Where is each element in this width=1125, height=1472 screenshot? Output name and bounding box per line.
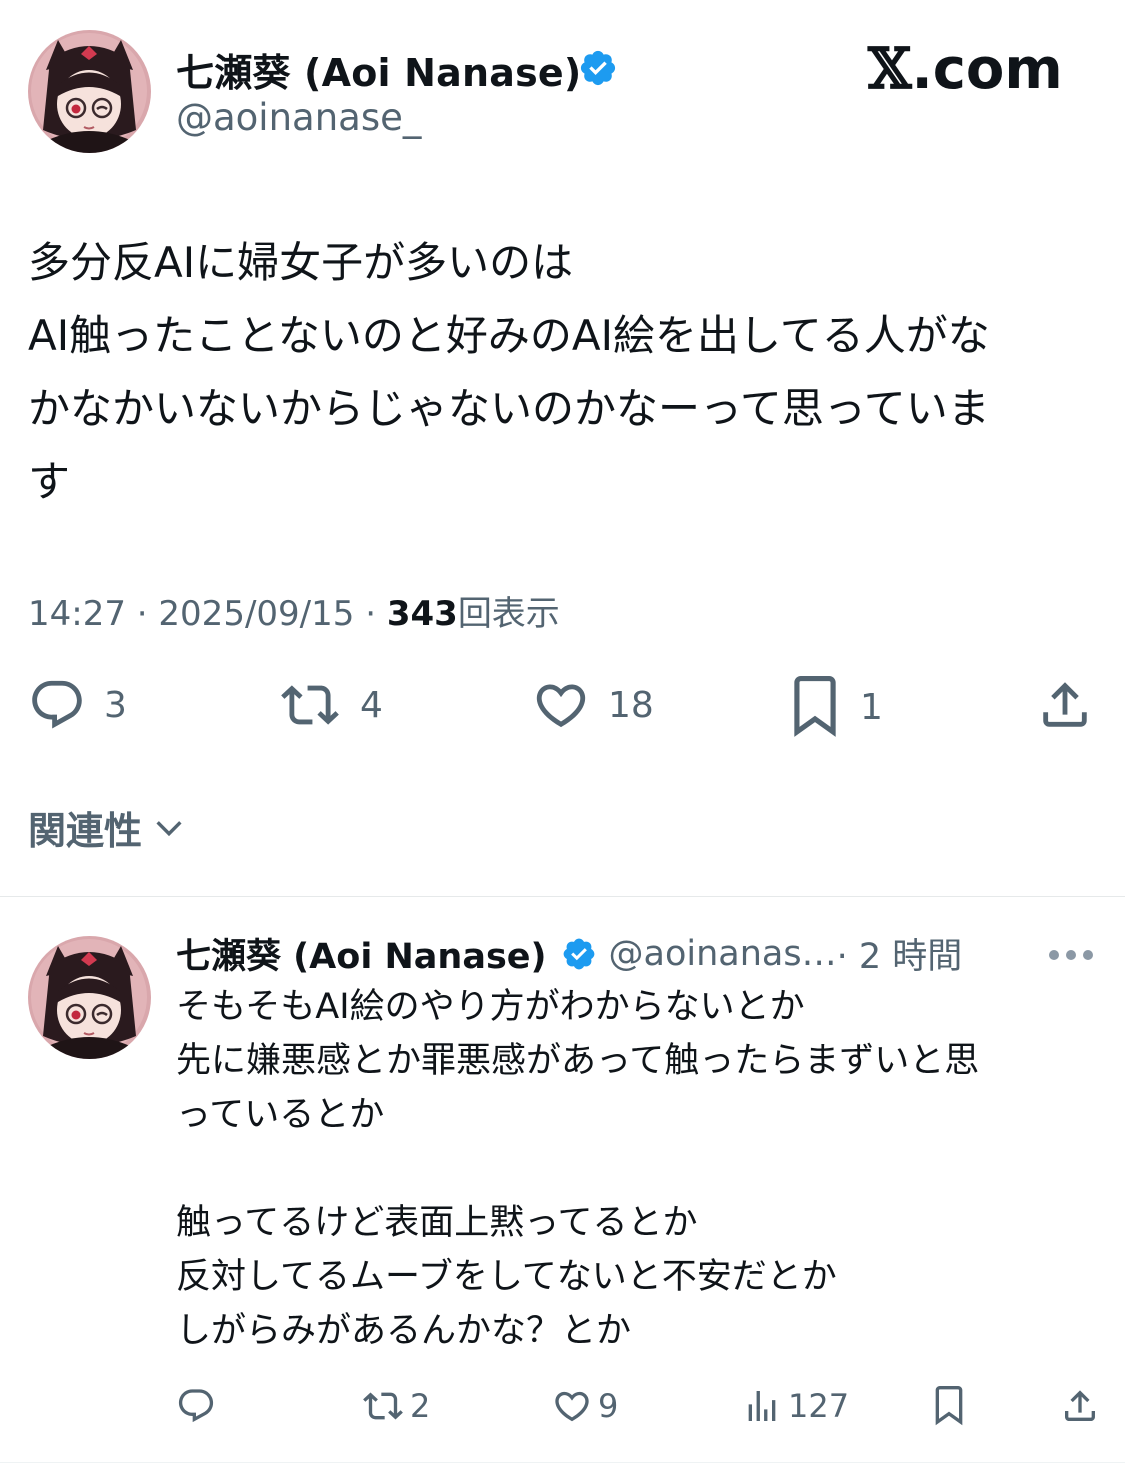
more-dots-icon[interactable] (1046, 948, 1096, 962)
tweet-text-line: す (28, 457, 71, 506)
reply-retweet-count: 2 (410, 1387, 431, 1425)
tweet-text: 多分反AIに婦女子が多いのは AI触ったことないのと好みのAI絵を出してる人がな… (28, 226, 1103, 518)
retweet-count: 4 (360, 684, 383, 726)
tweet-text-line: かなかいないからじゃないのかなーって思っていま (28, 384, 990, 433)
bookmark-icon (794, 676, 836, 737)
reply-like-count: 9 (598, 1387, 619, 1425)
reply-text: そもそもAI絵のやり方がわからないとか 先に嫌悪感とか罪悪感があって触ったらまず… (176, 980, 1096, 1358)
bookmark-count: 1 (860, 686, 883, 728)
reply-icon (178, 1389, 214, 1423)
tweet-text-line: 多分反AIに婦女子が多いのは (28, 238, 574, 287)
verified-badge-icon[interactable] (561, 936, 597, 972)
share-icon (1043, 682, 1087, 727)
analytics-bars-icon (748, 1391, 776, 1421)
author-name[interactable]: 七瀬葵 (Aoi Nanase) (176, 42, 581, 97)
like-count: 18 (608, 684, 654, 726)
retweet-button[interactable]: 4 (278, 676, 383, 734)
view-label: 回表示 (457, 594, 560, 634)
author-avatar[interactable] (28, 30, 151, 153)
view-count[interactable]: 343 (387, 594, 458, 634)
brand-suffix: .com (911, 37, 1063, 102)
like-button[interactable]: 18 (532, 676, 654, 734)
verified-badge-icon[interactable] (578, 48, 618, 88)
sort-relevance-dropdown[interactable]: 関連性 (28, 800, 186, 855)
bottom-divider (0, 1462, 1125, 1463)
avatar-illustration (28, 30, 151, 153)
share-button[interactable] (1036, 676, 1094, 734)
retweet-icon (363, 1392, 403, 1420)
heart-icon (555, 1391, 589, 1422)
author-handle[interactable]: @aoinanase_ (176, 96, 421, 139)
heart-icon (536, 684, 586, 728)
reply-text-line: しがらみがあるんかな？とか (176, 1311, 632, 1351)
reply-author-avatar[interactable] (28, 936, 151, 1059)
tweet-time[interactable]: 14:27 (28, 594, 126, 634)
reply-icon (32, 680, 82, 729)
reply-text-line: 触ってるけど表面上黙ってるとか (176, 1203, 698, 1243)
tweet-meta: 14:27 · 2025/09/15 · 343回表示 (28, 586, 560, 635)
share-icon (1065, 1390, 1095, 1421)
chevron-down-icon (156, 820, 182, 836)
reply-reply-button[interactable] (176, 1386, 222, 1426)
reply-views-count: 127 (788, 1387, 850, 1425)
reply-text-line: っているとか (176, 1095, 385, 1135)
meta-separator: · (365, 594, 377, 634)
reply-share-button[interactable] (1060, 1386, 1100, 1426)
reply-retweet-button[interactable]: 2 (362, 1386, 430, 1426)
retweet-icon (281, 685, 339, 725)
reply-text-line: 反対してるムーブをしてないと不安だとか (176, 1257, 837, 1297)
reply-text-line (176, 1142, 1096, 1196)
section-divider (0, 896, 1125, 897)
reply-button[interactable]: 3 (28, 676, 127, 734)
reply-author-name[interactable]: 七瀬葵 (Aoi Nanase) (176, 928, 547, 979)
reply-timestamp[interactable]: · 2 時間 (837, 928, 963, 979)
reply-like-button[interactable]: 9 (552, 1386, 618, 1426)
reply-count: 3 (104, 684, 127, 726)
x-com-logo: 𝕏.com (868, 36, 1063, 102)
reply-views-button[interactable]: 127 (742, 1386, 849, 1426)
reply-author-handle[interactable]: @aoinanas… (609, 934, 837, 974)
x-logo-icon: 𝕏 (868, 36, 912, 102)
reply-header: 七瀬葵 (Aoi Nanase) @aoinanas… · 2 時間 (176, 928, 1096, 979)
meta-separator: · (136, 594, 148, 634)
bookmark-button[interactable]: 1 (788, 676, 883, 738)
reply-text-line: そもそもAI絵のやり方がわからないとか (176, 987, 805, 1027)
reply-text-line: 先に嫌悪感とか罪悪感があって触ったらまずいと思 (176, 1041, 980, 1081)
bookmark-icon (935, 1386, 963, 1426)
sort-label: 関連性 (28, 809, 143, 853)
tweet-text-line: AI触ったことないのと好みのAI絵を出してる人がな (28, 311, 990, 360)
reply-bookmark-button[interactable] (932, 1386, 966, 1426)
avatar-illustration (28, 936, 151, 1059)
tweet-date[interactable]: 2025/09/15 (158, 594, 354, 634)
